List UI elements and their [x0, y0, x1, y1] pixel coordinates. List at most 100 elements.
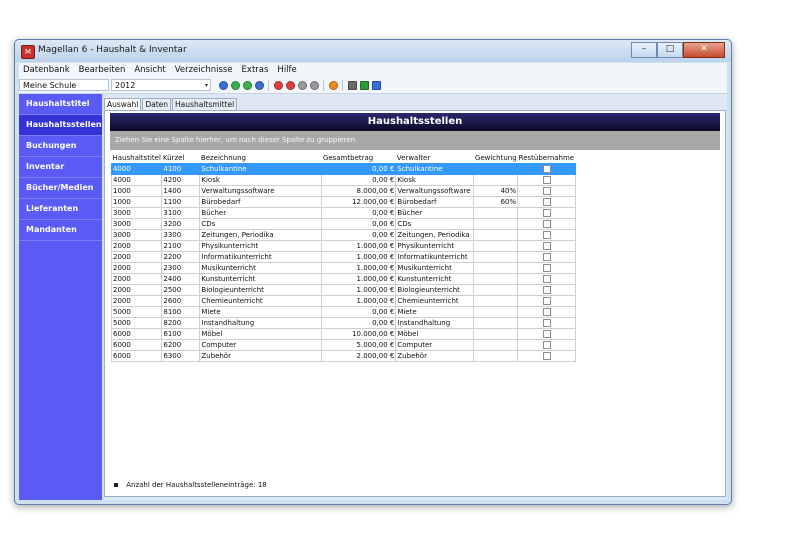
- cell-restuebernahme: [517, 240, 577, 252]
- add-record-icon[interactable]: [273, 80, 283, 90]
- table-row[interactable]: 2000 2600 Chemieunterricht 1.000,00 € Chemie…: [110, 295, 577, 307]
- year-select[interactable]: 2012 ▾: [111, 79, 211, 91]
- sidebar-item-inventar[interactable]: Inventar: [19, 157, 102, 178]
- cell-bezeichnung: Schulkantine: [199, 163, 323, 175]
- toolbar-separator: [342, 79, 343, 91]
- column-header[interactable]: Bezeichnung: [200, 153, 322, 164]
- cell-restuebernahme: [517, 284, 577, 296]
- restuebernahme-checkbox[interactable]: [542, 330, 551, 338]
- cell-bezeichnung: Zeitungen, Periodika: [199, 229, 323, 241]
- restuebernahme-checkbox[interactable]: [542, 220, 551, 228]
- nav-first-icon[interactable]: [218, 80, 228, 90]
- restuebernahme-checkbox[interactable]: [542, 165, 551, 173]
- cell-restuebernahme: [517, 196, 577, 208]
- column-header[interactable]: Kürzel: [162, 153, 200, 164]
- table-row[interactable]: 2000 2400 Kunstunterricht 1.000,00 € Kunstun…: [110, 273, 577, 285]
- table-row[interactable]: 2000 2300 Musikunterricht 1.000,00 € Musikun…: [110, 262, 577, 274]
- export-excel-icon[interactable]: [359, 80, 369, 90]
- menu-hilfe[interactable]: Hilfe: [277, 65, 296, 75]
- column-header[interactable]: Verwalter: [396, 153, 474, 164]
- cell-bezeichnung: Musikunterricht: [199, 262, 323, 274]
- restuebernahme-checkbox[interactable]: [542, 231, 551, 239]
- cell-verwalter: Schulkantine: [395, 163, 475, 175]
- cancel-record-icon[interactable]: [309, 80, 319, 90]
- table-row[interactable]: 3000 3300 Zeitungen, Periodika 0,00 € Zeitun…: [110, 229, 577, 241]
- maximize-button[interactable]: □: [657, 42, 683, 58]
- print-icon[interactable]: [347, 80, 357, 90]
- sidebar-item-haushaltsstellen[interactable]: Haushaltsstellen: [19, 115, 102, 136]
- table-row[interactable]: 4000 4200 Kiosk 0,00 € Kiosk: [110, 174, 577, 186]
- restuebernahme-checkbox[interactable]: [542, 253, 551, 261]
- restuebernahme-checkbox[interactable]: [542, 264, 551, 272]
- column-header[interactable]: Restübernahme: [518, 153, 576, 164]
- sidebar-item-haushaltstitel[interactable]: Haushaltstitel: [19, 94, 102, 115]
- export-document-icon[interactable]: [371, 80, 381, 90]
- restuebernahme-checkbox[interactable]: [542, 209, 551, 217]
- table-row[interactable]: 5000 8100 Miete 0,00 € Miete: [110, 306, 577, 318]
- cell-betrag: 10.000,00 €: [321, 328, 397, 340]
- restuebernahme-checkbox[interactable]: [542, 176, 551, 184]
- column-header[interactable]: Gewichtung: [474, 153, 518, 164]
- cell-restuebernahme: [517, 163, 577, 175]
- restuebernahme-checkbox[interactable]: [542, 187, 551, 195]
- save-record-icon[interactable]: [297, 80, 307, 90]
- table-row[interactable]: 1000 1100 Bürobedarf 12.000,00 € Bürobedarf 6…: [110, 196, 577, 208]
- cell-restuebernahme: [517, 218, 577, 230]
- sidebar-item-buchungen[interactable]: Buchungen: [19, 136, 102, 157]
- table-row[interactable]: 2000 2100 Physikunterricht 1.000,00 € Physik…: [110, 240, 577, 252]
- table-row[interactable]: 2000 2200 Informatikunterricht 1.000,00 € In…: [110, 251, 577, 263]
- restuebernahme-checkbox[interactable]: [542, 308, 551, 316]
- table-row[interactable]: 3000 3200 CDs 0,00 € CDs: [110, 218, 577, 230]
- school-select[interactable]: Meine Schule: [19, 79, 109, 91]
- menu-extras[interactable]: Extras: [242, 65, 269, 75]
- menu-bearbeiten[interactable]: Bearbeiten: [79, 65, 126, 75]
- sidebar-item-lieferanten[interactable]: Lieferanten: [19, 199, 102, 220]
- restuebernahme-checkbox[interactable]: [542, 319, 551, 327]
- close-button[interactable]: ✕: [683, 42, 725, 58]
- group-by-area[interactable]: Ziehen Sie eine Spalte hierher, um nach …: [110, 131, 720, 150]
- cell-restuebernahme: [517, 262, 577, 274]
- restuebernahme-checkbox[interactable]: [542, 352, 551, 360]
- table-row[interactable]: 4000 4100 Schulkantine 0,00 € Schulkantine: [110, 163, 577, 175]
- cell-verwalter: Computer: [395, 339, 475, 351]
- menu-datenbank[interactable]: Datenbank: [23, 65, 70, 75]
- cell-kuerzel: 8200: [161, 317, 201, 329]
- title-bar[interactable]: M Magellan 6 - Haushalt & Inventar – □ ✕: [15, 40, 731, 62]
- restuebernahme-checkbox[interactable]: [542, 286, 551, 294]
- tab-haushaltsmittel[interactable]: Haushaltsmittel: [172, 98, 238, 110]
- sidebar-item-mandanten[interactable]: Mandanten: [19, 220, 102, 241]
- refresh-icon[interactable]: [328, 80, 338, 90]
- tab-daten[interactable]: Daten: [142, 98, 172, 110]
- cell-verwalter: Miete: [395, 306, 475, 318]
- restuebernahme-checkbox[interactable]: [542, 275, 551, 283]
- restuebernahme-checkbox[interactable]: [542, 198, 551, 206]
- minimize-button[interactable]: –: [631, 42, 657, 58]
- nav-next-icon[interactable]: [242, 80, 252, 90]
- status-bar: Anzahl der Haushaltsstelleneinträge: 18: [110, 477, 720, 493]
- window-title: Magellan 6 - Haushalt & Inventar: [38, 45, 187, 55]
- table-row[interactable]: 6000 6100 Möbel 10.000,00 € Möbel: [110, 328, 577, 340]
- nav-last-icon[interactable]: [254, 80, 264, 90]
- table-row[interactable]: 1000 1400 Verwaltungssoftware 8.000,00 € Ver…: [110, 185, 577, 197]
- menu-verzeichnisse[interactable]: Verzeichnisse: [175, 65, 233, 75]
- restuebernahme-checkbox[interactable]: [542, 341, 551, 349]
- panel-title: Haushaltsstellen: [110, 113, 720, 131]
- cell-bezeichnung: Zubehör: [199, 350, 323, 362]
- cell-restuebernahme: [517, 350, 577, 362]
- table-row[interactable]: 6000 6300 Zubehör 2.000,00 € Zubehör: [110, 350, 577, 362]
- cell-kuerzel: 8100: [161, 306, 201, 318]
- sidebar-item-bücher-medien[interactable]: Bücher/Medien: [19, 178, 102, 199]
- nav-prev-icon[interactable]: [230, 80, 240, 90]
- restuebernahme-checkbox[interactable]: [542, 297, 551, 305]
- table-row[interactable]: 2000 2500 Biologieunterricht 1.000,00 € Biol…: [110, 284, 577, 296]
- column-header[interactable]: Gesamtbetrag: [322, 153, 396, 164]
- delete-record-icon[interactable]: [285, 80, 295, 90]
- menu-ansicht[interactable]: Ansicht: [134, 65, 165, 75]
- table-row[interactable]: 3000 3100 Bücher 0,00 € Bücher: [110, 207, 577, 219]
- table-row[interactable]: 5000 8200 Instandhaltung 0,00 € Instandhaltu…: [110, 317, 577, 329]
- restuebernahme-checkbox[interactable]: [542, 242, 551, 250]
- cell-bezeichnung: Biologieunterricht: [199, 284, 323, 296]
- table-row[interactable]: 6000 6200 Computer 5.000,00 € Computer: [110, 339, 577, 351]
- column-header[interactable]: Haushaltstitel: [112, 153, 162, 164]
- toolbar-separator: [268, 79, 269, 91]
